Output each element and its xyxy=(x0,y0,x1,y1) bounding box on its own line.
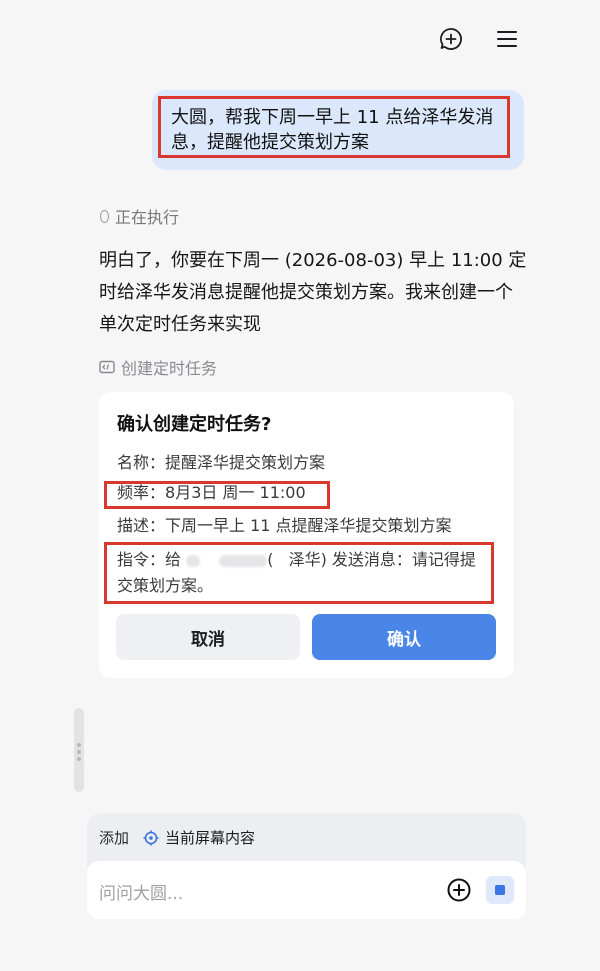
status-text: 正在执行 xyxy=(115,208,180,227)
top-bar xyxy=(0,22,600,58)
user-message-text: 大圆，帮我下周一早上 11 点给泽华发消息，提醒他提交策划方案 xyxy=(158,96,510,158)
code-window-icon xyxy=(99,360,115,374)
name-label: 名称： xyxy=(117,453,166,472)
handle-dot xyxy=(77,757,81,761)
name-value: 提醒泽华提交策划方案 xyxy=(165,453,326,472)
plus-circle-icon xyxy=(447,878,471,902)
command-highlight-box xyxy=(104,542,494,604)
attach-plus-button[interactable] xyxy=(446,877,472,903)
cancel-button[interactable]: 取消 xyxy=(116,614,300,660)
assistant-reply: 明白了，你要在下周一 (2026-08-03) 早上 11:00 定时给泽华发消… xyxy=(99,250,527,335)
execution-status: 正在执行 xyxy=(100,204,179,228)
loading-ring-icon xyxy=(100,209,109,223)
stop-square-icon xyxy=(495,885,505,895)
context-add-row: 添加 当前屏幕内容 xyxy=(99,827,255,848)
hamburger-menu-icon xyxy=(497,31,517,47)
new-chat-button[interactable] xyxy=(434,22,468,56)
context-chip-label: 当前屏幕内容 xyxy=(165,829,256,847)
task-description-row: 描述：下周一早上 11 点提醒泽华提交策划方案 xyxy=(117,513,452,539)
card-title: 确认创建定时任务? xyxy=(117,414,272,435)
composer: 添加 当前屏幕内容 问问大圆... xyxy=(87,813,526,919)
desc-value: 下周一早上 11 点提醒泽华提交策划方案 xyxy=(165,516,452,535)
handle-dot xyxy=(77,743,81,747)
menu-button[interactable] xyxy=(490,22,524,56)
stop-button[interactable] xyxy=(486,876,514,904)
desc-label: 描述： xyxy=(117,516,166,535)
chat-plus-icon xyxy=(440,28,462,50)
task-name-row: 名称：提醒泽华提交策划方案 xyxy=(117,450,325,476)
side-drag-handle[interactable] xyxy=(74,708,84,792)
confirm-button[interactable]: 确认 xyxy=(312,614,496,660)
handle-dot xyxy=(77,750,81,754)
screen-context-chip[interactable]: 当前屏幕内容 xyxy=(143,827,255,848)
confirm-task-card: 确认创建定时任务? 名称：提醒泽华提交策划方案 频率：8月3日 周一 11:00… xyxy=(99,392,514,678)
target-icon xyxy=(143,830,159,845)
add-label: 添加 xyxy=(99,829,130,847)
input-placeholder: 问问大圆... xyxy=(99,884,184,904)
tool-call-label[interactable]: 创建定时任务 xyxy=(99,355,217,379)
tool-call-text: 创建定时任务 xyxy=(121,359,218,378)
frequency-highlight-box xyxy=(104,481,330,509)
message-input[interactable]: 问问大圆... xyxy=(87,861,526,919)
